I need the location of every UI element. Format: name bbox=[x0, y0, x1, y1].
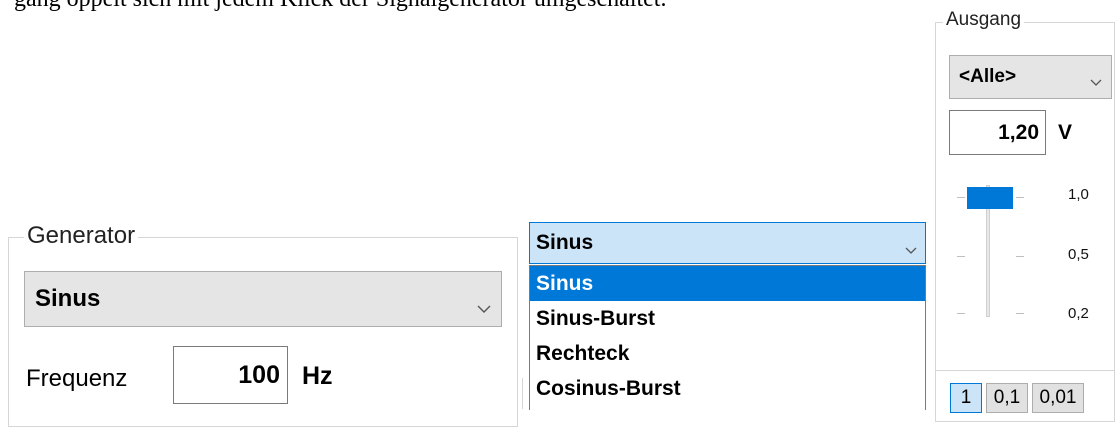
slider-tick bbox=[1016, 313, 1024, 314]
amplitude-unit: V bbox=[1058, 121, 1073, 144]
chevron-down-icon bbox=[477, 293, 491, 321]
waveform-select-value: Sinus bbox=[35, 285, 101, 312]
waveform-combo-value: Sinus bbox=[536, 231, 594, 254]
chevron-down-icon bbox=[1090, 71, 1102, 93]
frequency-input[interactable]: 100 bbox=[173, 346, 288, 404]
slider-thumb[interactable] bbox=[967, 187, 1013, 209]
waveform-dropdown-list: Sinus Sinus-Burst Rechteck Cosinus-Burst bbox=[529, 265, 926, 410]
waveform-select[interactable]: Sinus bbox=[24, 271, 502, 327]
hidden-group-edge bbox=[522, 378, 528, 409]
amplitude-input[interactable]: 1,20 bbox=[949, 110, 1046, 155]
channel-select-value: <Alle> bbox=[959, 66, 1017, 87]
output-title: Ausgang bbox=[943, 9, 1025, 31]
waveform-combo[interactable]: Sinus bbox=[529, 222, 926, 264]
slider-tick bbox=[1016, 197, 1024, 198]
scale-label: 0,5 bbox=[1068, 246, 1089, 263]
slider-tick bbox=[1016, 256, 1024, 257]
generator-title: Generator bbox=[24, 222, 139, 250]
slider-tick bbox=[957, 197, 965, 198]
amplitude-input-value: 1,20 bbox=[998, 120, 1039, 144]
frequency-unit: Hz bbox=[302, 362, 333, 390]
dropdown-option-cosinus-burst[interactable]: Cosinus-Burst bbox=[530, 371, 925, 406]
scale-label: 1,0 bbox=[1068, 186, 1089, 203]
slider-tick bbox=[957, 313, 965, 314]
channel-select[interactable]: <Alle> bbox=[949, 55, 1112, 99]
frequency-label: Frequenz bbox=[26, 365, 128, 392]
dropdown-option-sinus[interactable]: Sinus bbox=[530, 266, 925, 301]
scale-label: 0,2 bbox=[1068, 305, 1089, 322]
chevron-down-icon bbox=[905, 237, 917, 261]
dropdown-option-sinus-burst[interactable]: Sinus-Burst bbox=[530, 301, 925, 336]
top-note: gang oppelt sich mit jedem Klick der Sig… bbox=[14, 0, 666, 13]
output-separator bbox=[936, 370, 1114, 371]
dropdown-option-rechteck[interactable]: Rechteck bbox=[530, 336, 925, 371]
slider-tick bbox=[957, 256, 965, 257]
frequency-input-value: 100 bbox=[238, 360, 280, 389]
